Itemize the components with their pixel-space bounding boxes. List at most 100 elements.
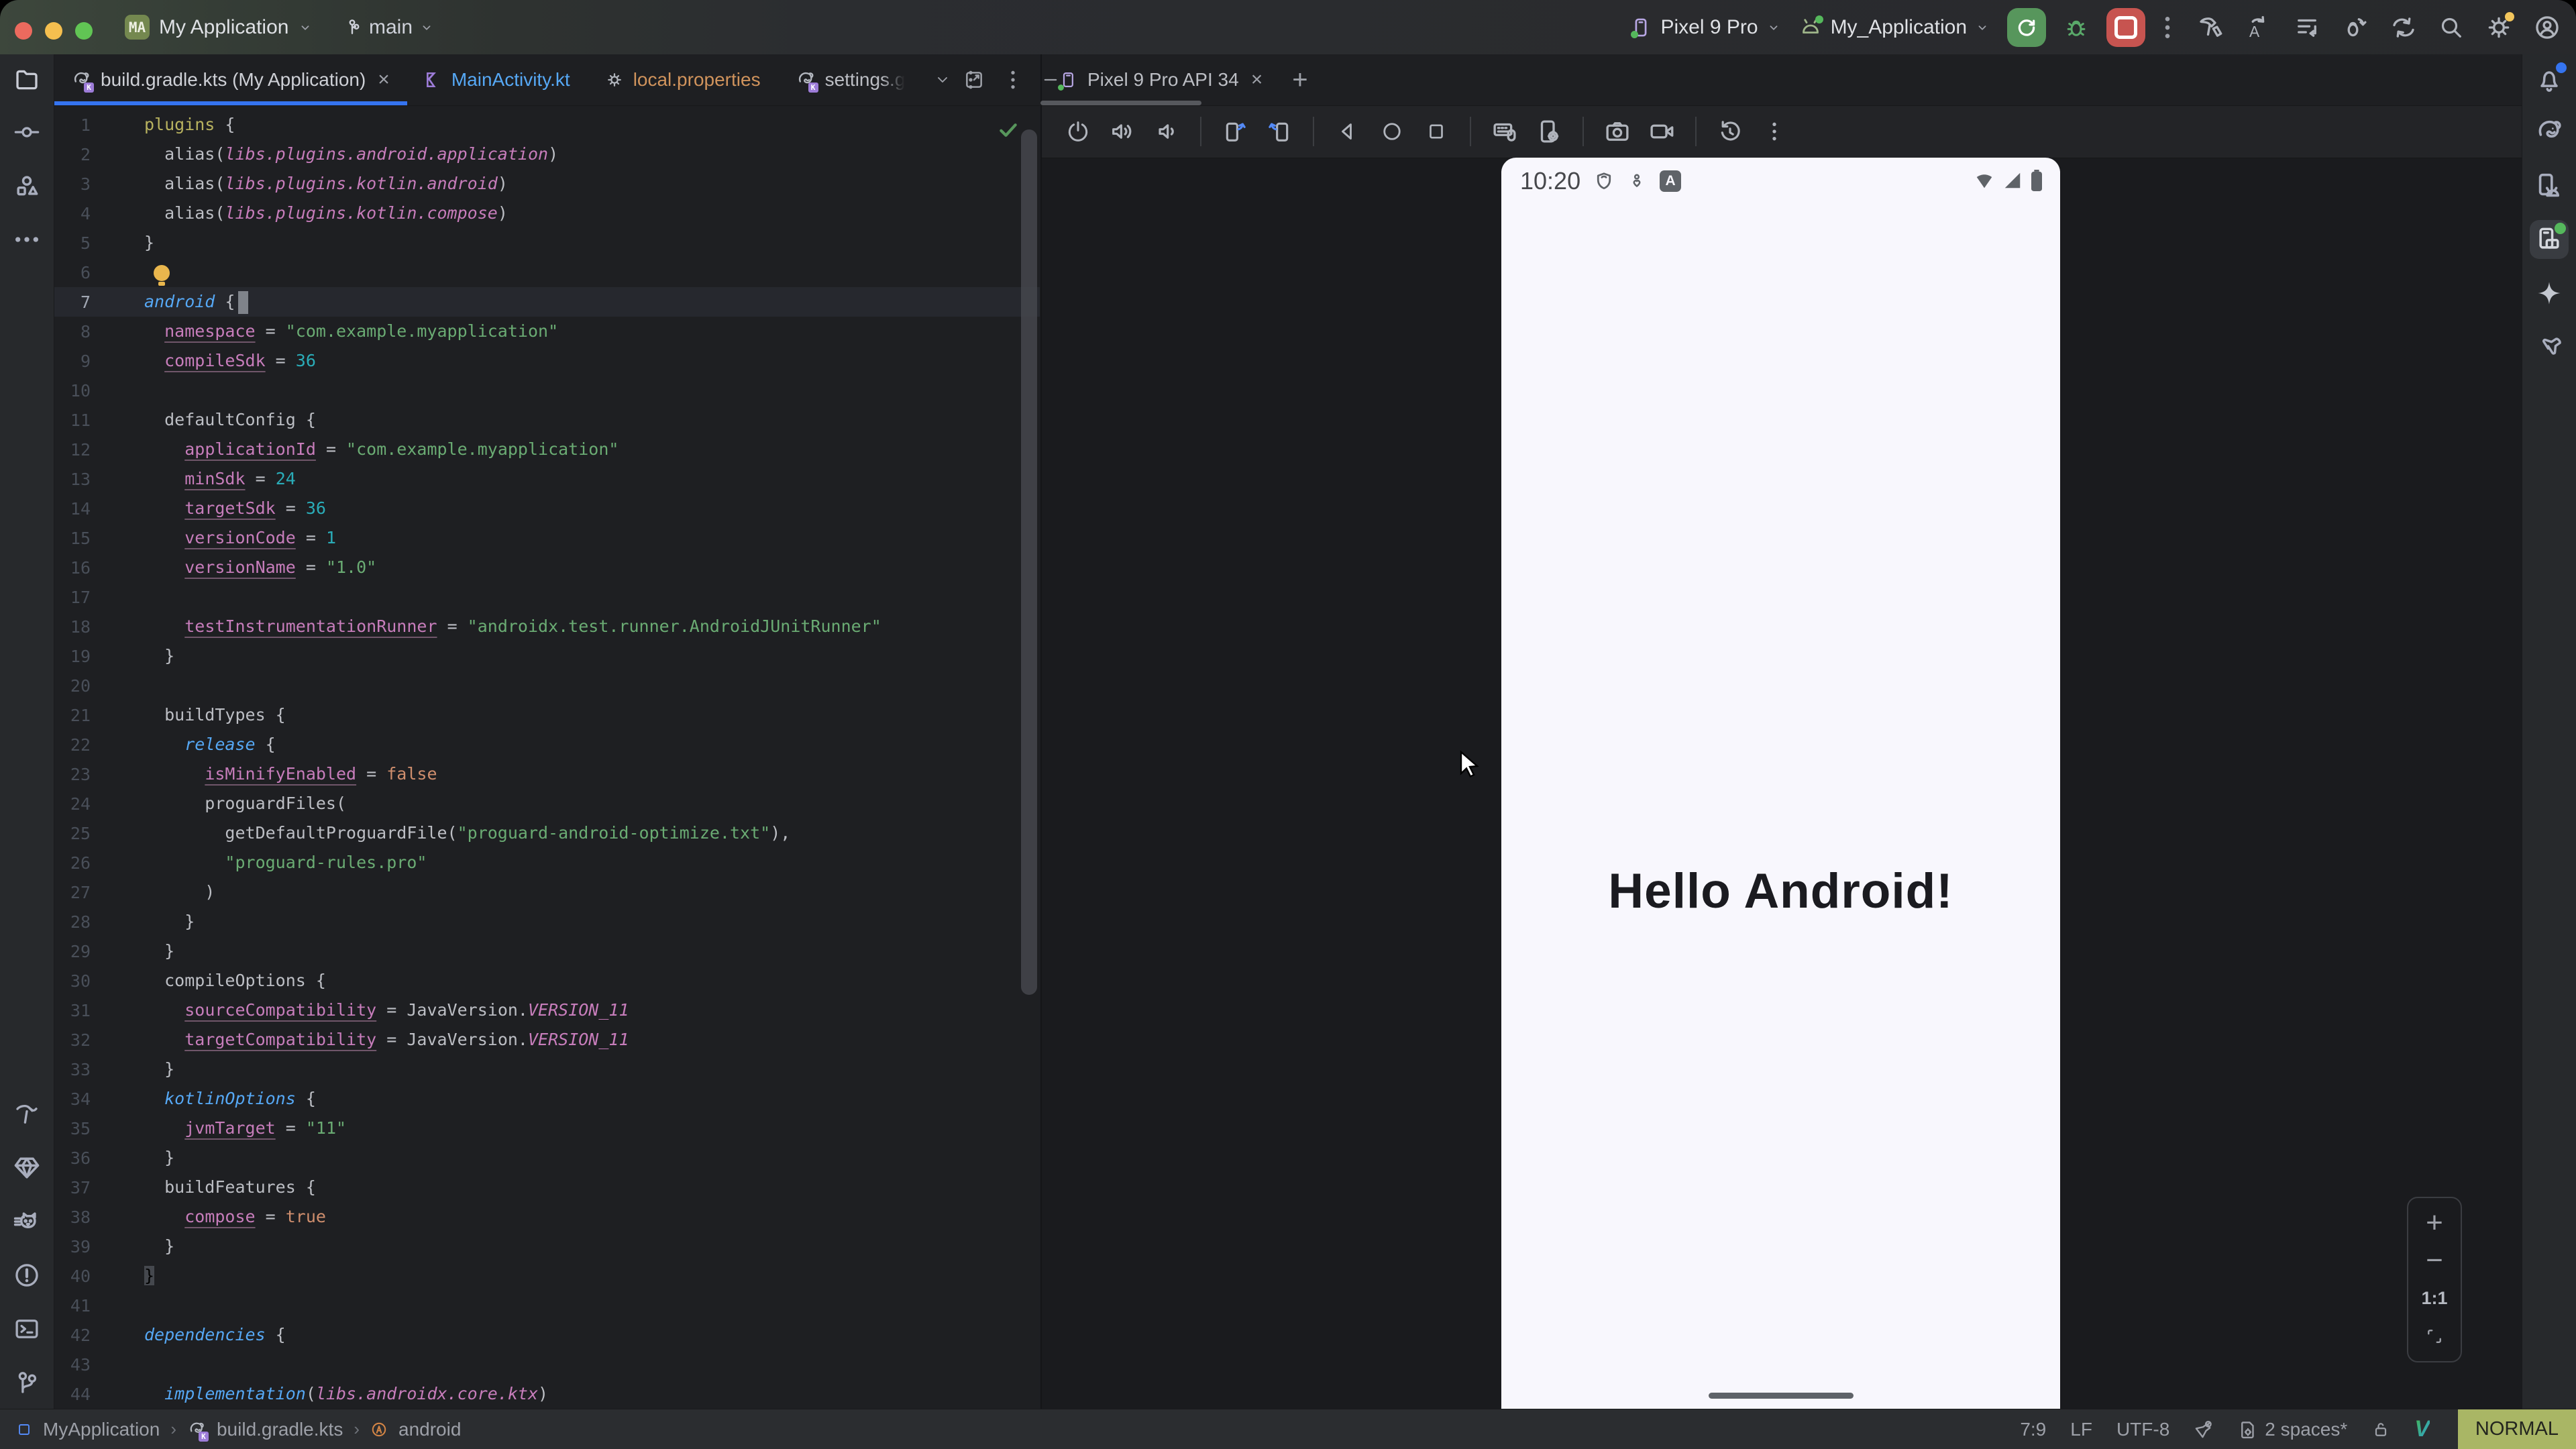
build-button[interactable] <box>2196 13 2224 42</box>
line-number[interactable]: 42 <box>54 1326 91 1345</box>
breadcrumb-element[interactable]: android <box>398 1419 461 1440</box>
tab-settings-gradle[interactable]: K settings.g <box>778 54 923 105</box>
search-everywhere-button[interactable] <box>2438 14 2465 41</box>
line-number[interactable]: 39 <box>54 1237 91 1256</box>
emulator-screen[interactable]: 10:20 A Hello Android! <box>1501 158 2060 1409</box>
gradle-tool-button[interactable] <box>2522 105 2576 159</box>
profile-button[interactable] <box>2533 13 2561 42</box>
version-control-tool-button[interactable] <box>0 1356 54 1409</box>
hide-panel-icon[interactable] <box>1041 70 1060 89</box>
problems-tool-button[interactable] <box>0 1248 54 1302</box>
tab-local-properties[interactable]: local.properties <box>588 54 778 105</box>
sync-project-button[interactable] <box>2390 13 2418 42</box>
line-number[interactable]: 44 <box>54 1385 91 1404</box>
volume-up-button[interactable] <box>1105 114 1140 149</box>
tab-scroll-indicator[interactable] <box>1040 101 1201 105</box>
line-number[interactable]: 28 <box>54 912 91 932</box>
line-number[interactable]: 37 <box>54 1178 91 1197</box>
line-number[interactable]: 24 <box>54 794 91 814</box>
close-tab-icon[interactable]: × <box>375 68 390 91</box>
line-number[interactable]: 21 <box>54 706 91 725</box>
line-number[interactable]: 9 <box>54 352 91 371</box>
line-number[interactable]: 6 <box>54 263 91 282</box>
code-editor[interactable]: 1plugins {2 alias(libs.plugins.android.a… <box>54 105 1040 1409</box>
more-tool-windows-button[interactable] <box>0 213 54 266</box>
line-number[interactable]: 32 <box>54 1030 91 1050</box>
ideavim-logo[interactable]: V <box>2414 1416 2430 1442</box>
tab-list-chevron-icon[interactable] <box>934 72 951 88</box>
zoom-in-button[interactable]: + <box>2426 1213 2443 1233</box>
line-number[interactable]: 35 <box>54 1119 91 1138</box>
project-widget[interactable]: MA My Application <box>125 0 313 54</box>
line-number[interactable]: 4 <box>54 204 91 223</box>
line-number[interactable]: 20 <box>54 676 91 696</box>
overview-button[interactable] <box>1419 114 1454 149</box>
line-number[interactable]: 17 <box>54 588 91 607</box>
inlay-hints-pin-icon[interactable] <box>2194 1419 2214 1440</box>
run-more-kebab[interactable] <box>2156 15 2179 40</box>
editor-scrollbar[interactable] <box>1021 129 1037 995</box>
rerun-button[interactable] <box>2007 8 2046 47</box>
apply-changes-button[interactable]: A <box>2245 13 2273 42</box>
close-window-button[interactable] <box>15 22 32 40</box>
line-number[interactable]: 33 <box>54 1060 91 1079</box>
close-tab-icon[interactable]: × <box>1248 68 1263 91</box>
breadcrumb-module[interactable]: MyApplication <box>43 1419 160 1440</box>
line-number[interactable]: 30 <box>54 971 91 991</box>
breadcrumb-file[interactable]: build.gradle.kts <box>217 1419 343 1440</box>
firebase-plane-button[interactable] <box>2522 320 2576 374</box>
line-number[interactable]: 43 <box>54 1355 91 1375</box>
line-number[interactable]: 40 <box>54 1267 91 1286</box>
line-number[interactable]: 19 <box>54 647 91 666</box>
open-in-window-icon[interactable] <box>963 69 985 91</box>
inspection-ok-check-icon[interactable] <box>997 119 1020 142</box>
power-button[interactable] <box>1061 114 1095 149</box>
line-number[interactable]: 7 <box>54 292 91 312</box>
line-number[interactable]: 41 <box>54 1296 91 1316</box>
device-selector[interactable]: Pixel 9 Pro <box>1629 16 1780 39</box>
line-number[interactable]: 1 <box>54 115 91 135</box>
line-number[interactable]: 14 <box>54 499 91 519</box>
line-number[interactable]: 22 <box>54 735 91 755</box>
debug-button[interactable] <box>2057 8 2096 47</box>
line-number[interactable]: 13 <box>54 470 91 489</box>
snapshot-reset-button[interactable] <box>1713 114 1748 149</box>
volume-down-button[interactable] <box>1149 114 1184 149</box>
emulator-more-kebab[interactable] <box>1757 114 1792 149</box>
screen-record-button[interactable] <box>1644 114 1679 149</box>
project-tool-button[interactable] <box>0 54 54 105</box>
zoom-actual-size-button[interactable]: 1:1 <box>2421 1288 2447 1309</box>
line-number[interactable]: 11 <box>54 411 91 430</box>
attach-debugger-button[interactable] <box>2341 13 2369 42</box>
line-number[interactable]: 3 <box>54 174 91 194</box>
settings-button[interactable] <box>2485 13 2513 42</box>
minimize-window-button[interactable] <box>45 22 62 40</box>
home-button[interactable] <box>1375 114 1409 149</box>
structure-tool-button[interactable] <box>0 159 54 213</box>
line-number[interactable]: 16 <box>54 558 91 578</box>
logcat-tool-button[interactable] <box>0 1195 54 1248</box>
line-number[interactable]: 10 <box>54 381 91 400</box>
line-separator[interactable]: LF <box>2070 1419 2092 1440</box>
hardware-input-button[interactable] <box>1487 114 1522 149</box>
back-button[interactable] <box>1330 114 1365 149</box>
line-number[interactable]: 18 <box>54 617 91 637</box>
file-encoding[interactable]: UTF-8 <box>2116 1419 2169 1440</box>
rotate-right-button[interactable] <box>1262 114 1297 149</box>
vim-mode-badge[interactable]: NORMAL <box>2458 1409 2576 1449</box>
line-number[interactable]: 34 <box>54 1089 91 1109</box>
stop-button[interactable] <box>2106 8 2145 47</box>
vcs-branch-widget[interactable]: main <box>342 0 434 54</box>
line-number[interactable]: 26 <box>54 853 91 873</box>
line-number[interactable]: 31 <box>54 1001 91 1020</box>
line-number[interactable]: 5 <box>54 233 91 253</box>
rotate-left-button[interactable] <box>1218 114 1252 149</box>
line-number[interactable]: 8 <box>54 322 91 341</box>
zoom-fit-icon[interactable] <box>2424 1326 2445 1346</box>
line-number[interactable]: 27 <box>54 883 91 902</box>
commit-tool-button[interactable] <box>0 105 54 159</box>
gesture-navigation-handle[interactable] <box>1709 1393 1854 1399</box>
device-settings-button[interactable] <box>1532 114 1566 149</box>
terminal-tool-button[interactable] <box>0 1302 54 1356</box>
build-tool-button[interactable] <box>0 1087 54 1141</box>
